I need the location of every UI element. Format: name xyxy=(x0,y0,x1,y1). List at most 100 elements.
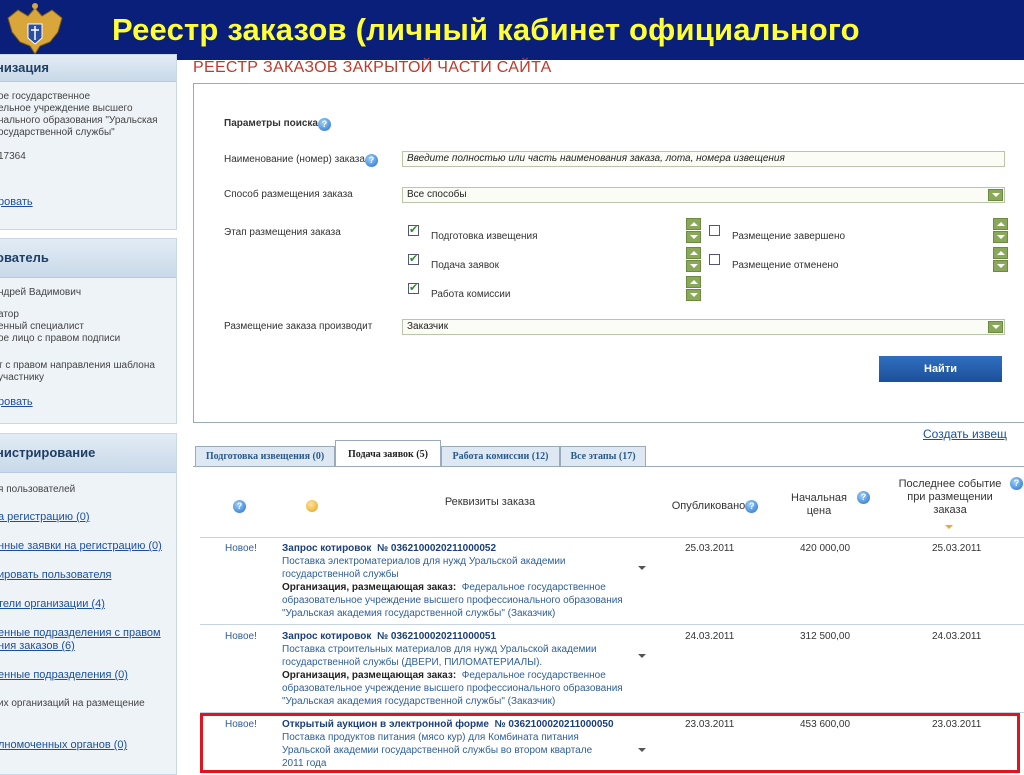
panel-organization-title: низация xyxy=(0,60,49,75)
stage-label-cancelled: Размещение отменено xyxy=(732,260,839,271)
row-2-desc-2: государственной службы (ДВЕРИ, ПИЛОМАТЕР… xyxy=(282,657,543,668)
spin-up-icon[interactable] xyxy=(686,276,701,288)
row-1-org-2: образовательное учреждение высшего профе… xyxy=(282,595,623,606)
order-name-input[interactable]: Введите полностью или часть наименования… xyxy=(402,151,1005,167)
spin-down-icon[interactable] xyxy=(993,260,1008,272)
settings-icon[interactable] xyxy=(306,500,318,512)
sidebar: низация ое государственное ельное учрежд… xyxy=(0,54,188,775)
org-edit-link[interactable]: ровать xyxy=(0,196,33,209)
tab-applications[interactable]: Подача заявок (5) xyxy=(335,440,441,467)
method-label: Способ размещения заказа xyxy=(224,189,353,200)
order-name-label: Наименование (номер) заказа? xyxy=(224,154,378,167)
row-1-title[interactable]: Запрос котировок № 0362100020211000052 xyxy=(282,543,496,555)
help-icon[interactable]: ? xyxy=(745,500,759,513)
row-1-published: 25.03.2011 xyxy=(685,543,735,554)
placer-label: Размещение заказа производит xyxy=(224,321,373,332)
panel-administration: нистрирование я пользователей а регистра… xyxy=(0,433,177,775)
tab-all-stages[interactable]: Все этапы (17) xyxy=(560,446,646,466)
spin-down-icon[interactable] xyxy=(993,231,1008,243)
user-role-2: енный специалист xyxy=(0,321,85,332)
row-1-org-1: Организация, размещающая заказ: Федераль… xyxy=(282,582,606,593)
tab-preparation[interactable]: Подготовка извещения (0) xyxy=(195,446,335,466)
expand-arrow-icon[interactable] xyxy=(638,566,646,570)
panel-user-title: ователь xyxy=(0,250,49,265)
admin-item-users: я пользователей xyxy=(0,484,76,495)
admin-item-other-orgs: их организаций на размещение xyxy=(0,698,145,709)
chevron-down-icon[interactable] xyxy=(988,321,1003,333)
spin-up-icon[interactable] xyxy=(686,247,701,259)
panel-administration-header: нистрирование xyxy=(0,434,176,473)
org-code: 17364 xyxy=(0,151,26,162)
user-rights-2: участнику xyxy=(0,372,44,383)
admin-link-rejected-registration[interactable]: нные заявки на регистрацию (0) xyxy=(0,540,162,553)
admin-link-subdivisions-right[interactable]: енные подразделения с правом xyxy=(0,627,161,640)
page-heading: РЕЕСТР ЗАКАЗОВ ЗАКРЫТОЙ ЧАСТИ САЙТА xyxy=(193,59,552,76)
user-role-3: ое лицо с правом подписи xyxy=(0,333,121,344)
spin-down-icon[interactable] xyxy=(686,231,701,243)
slide-title: Реестр заказов (личный кабинет официальн… xyxy=(112,12,860,47)
spin-up-icon[interactable] xyxy=(993,218,1008,230)
stage-label-commission: Работа комиссии xyxy=(431,289,511,300)
stage-label-applications: Подача заявок xyxy=(431,260,499,271)
spin-up-icon[interactable] xyxy=(686,218,701,230)
stage-checkbox-completed[interactable] xyxy=(709,225,720,236)
help-icon[interactable]: ? xyxy=(1010,477,1023,490)
row-1-last-event: 25.03.2011 xyxy=(932,543,982,554)
help-icon[interactable]: ? xyxy=(364,154,378,167)
help-icon[interactable]: ? xyxy=(318,118,331,131)
admin-link-org-users[interactable]: тели организации (4) xyxy=(0,598,105,611)
row-2-org-3: "Уральская академия государственной служ… xyxy=(282,696,556,707)
admin-link-register-user[interactable]: ировать пользователя xyxy=(0,569,111,582)
row-1-desc-2: государственной службы xyxy=(282,569,399,580)
stage-checkbox-preparation[interactable] xyxy=(408,223,419,236)
row-separator xyxy=(200,624,1024,625)
row-1-desc-1: Поставка электроматериалов для нужд Урал… xyxy=(282,556,566,567)
spin-down-icon[interactable] xyxy=(686,289,701,301)
panel-organization-header: низация xyxy=(0,55,176,82)
method-select[interactable]: Все способы xyxy=(402,187,1005,203)
admin-link-registration[interactable]: а регистрацию (0) xyxy=(0,511,90,524)
tab-commission[interactable]: Работа комиссии (12) xyxy=(441,446,560,466)
slide-header: Реестр заказов (личный кабинет официальн… xyxy=(0,0,1024,60)
help-icon[interactable]: ? xyxy=(857,491,870,504)
org-line-4: осударственной службы" xyxy=(0,127,115,138)
row-2-title[interactable]: Запрос котировок № 0362100020211000051 xyxy=(282,631,496,643)
create-notice-link[interactable]: Создать извещ xyxy=(923,427,1007,441)
emblem-eagle-icon xyxy=(7,3,63,55)
spin-down-icon[interactable] xyxy=(686,260,701,272)
admin-link-subdivisions-right-2[interactable]: ния заказов (6) xyxy=(0,640,75,653)
panel-organization: низация ое государственное ельное учрежд… xyxy=(0,54,177,230)
row-2-last-event: 24.03.2011 xyxy=(932,631,982,642)
spin-up-icon[interactable] xyxy=(993,247,1008,259)
row-2-status: Новое! xyxy=(225,631,257,642)
row-2-org-2: образовательное учреждение высшего профе… xyxy=(282,683,623,694)
stage-checkbox-applications[interactable] xyxy=(408,252,419,265)
row-1-status: Новое! xyxy=(225,543,257,554)
user-name: ндрей Вадимович xyxy=(0,287,82,298)
help-icon[interactable]: ? xyxy=(233,500,246,513)
sort-desc-icon[interactable] xyxy=(945,525,953,529)
org-line-2: ельное учреждение высшего xyxy=(0,103,133,114)
stage-checkbox-commission[interactable] xyxy=(408,281,419,294)
row-2-desc-1: Поставка строительных материалов для нуж… xyxy=(282,644,597,655)
user-role-1: атор xyxy=(0,309,19,320)
stage-checkbox-cancelled[interactable] xyxy=(709,254,720,265)
placer-select[interactable]: Заказчик xyxy=(402,319,1005,335)
admin-link-authorized-bodies[interactable]: лномоченных органов (0) xyxy=(0,739,127,752)
org-line-1: ое государственное xyxy=(0,91,91,102)
user-edit-link[interactable]: ровать xyxy=(0,396,33,409)
expand-arrow-icon[interactable] xyxy=(638,654,646,658)
col-header-last-event[interactable]: Последнее событие при размещении заказа xyxy=(890,478,1010,517)
tab-divider xyxy=(193,466,1024,467)
admin-link-subdivisions[interactable]: енные подразделения (0) xyxy=(0,669,128,682)
col-header-price[interactable]: Начальная цена xyxy=(780,492,858,518)
highlight-frame xyxy=(200,713,1020,773)
stage-label-preparation: Подготовка извещения xyxy=(431,231,538,242)
chevron-down-icon[interactable] xyxy=(988,189,1003,201)
col-header-published[interactable]: Опубликовано? xyxy=(660,500,770,513)
org-line-3: нального образования "Уральская xyxy=(0,115,158,126)
find-button[interactable]: Найти xyxy=(879,356,1002,382)
row-2-org-1: Организация, размещающая заказ: Федераль… xyxy=(282,670,606,681)
panel-user: ователь ндрей Вадимович атор енный специ… xyxy=(0,238,177,424)
row-1-org-3: "Уральская академия государственной служ… xyxy=(282,608,556,619)
